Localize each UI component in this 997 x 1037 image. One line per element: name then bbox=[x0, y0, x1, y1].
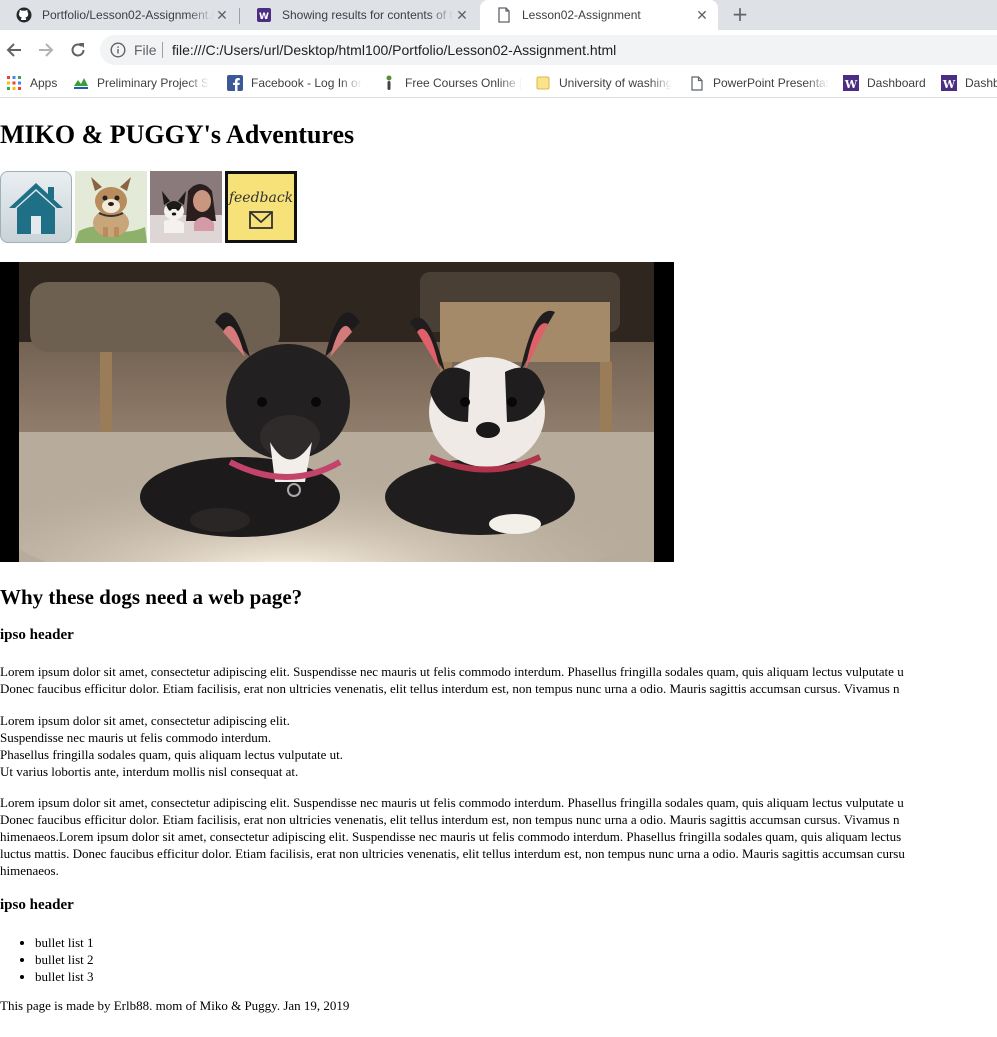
owner-with-dog-photo-icon[interactable] bbox=[150, 171, 222, 243]
bookmark-label: Dashboard bbox=[867, 76, 926, 90]
bookmarks-bar: Apps Preliminary Project S Facebook - Lo… bbox=[0, 69, 997, 98]
paragraph-line: himenaeos. bbox=[0, 863, 59, 878]
bookmark-dashboard-2[interactable]: W Dashb bbox=[941, 74, 997, 92]
bookmark-label: Facebook - Log In or bbox=[251, 76, 362, 90]
facebook-icon bbox=[227, 75, 243, 91]
url-text[interactable]: file:///C:/Users/url/Desktop/html100/Por… bbox=[172, 42, 616, 58]
page-icon bbox=[496, 7, 512, 23]
bulldog-cartoon-icon[interactable] bbox=[75, 171, 147, 243]
bookmark-label: University of washing bbox=[559, 76, 673, 90]
close-icon[interactable]: ✕ bbox=[214, 7, 230, 23]
bookmark-dashboard[interactable]: W Dashboard bbox=[843, 74, 926, 92]
hero-dogs-photo bbox=[0, 262, 674, 562]
bookmark-facebook[interactable]: Facebook - Log In or bbox=[227, 74, 365, 92]
paragraph-line: Ut varius lobortis ante, interdum mollis… bbox=[0, 764, 299, 779]
paragraph-line: Donec faucibus efficitur dolor. Etiam fa… bbox=[0, 812, 900, 827]
bookmark-apps[interactable]: Apps bbox=[6, 74, 57, 92]
paragraph-line: luctus mattis. Donec faucibus efficitur … bbox=[0, 846, 905, 861]
svg-text:W: W bbox=[844, 78, 858, 91]
feedback-note-text: feedback bbox=[228, 190, 293, 206]
tab-search-results[interactable]: W Showing results for contents of t ✕ bbox=[240, 0, 478, 30]
reload-button[interactable] bbox=[66, 38, 90, 62]
sub-heading: ipso header bbox=[0, 897, 74, 913]
courses-icon bbox=[381, 75, 397, 91]
bookmark-label: PowerPoint Presentat bbox=[713, 76, 829, 90]
close-icon[interactable]: ✕ bbox=[694, 7, 710, 23]
info-icon[interactable] bbox=[110, 42, 126, 61]
bookmark-free-courses[interactable]: Free Courses Online | bbox=[381, 74, 521, 92]
list-item: bullet list 3 bbox=[35, 968, 94, 985]
paragraph-3: Lorem ipsum dolor sit amet, consectetur … bbox=[0, 794, 905, 879]
apps-grid-icon bbox=[6, 75, 22, 91]
paragraph-line: himenaeos.Lorem ipsum dolor sit amet, co… bbox=[0, 829, 902, 844]
page-footer: This page is made by Erlb88. mom of Miko… bbox=[0, 998, 350, 1013]
forward-button[interactable] bbox=[34, 38, 58, 62]
paragraph-line: Lorem ipsum dolor sit amet, consectetur … bbox=[0, 713, 290, 728]
nav-icon-row: feedback bbox=[0, 171, 300, 243]
project-icon bbox=[73, 75, 89, 91]
bookmark-preliminary-project[interactable]: Preliminary Project S bbox=[73, 74, 213, 92]
svg-text:W: W bbox=[942, 78, 956, 91]
page-icon bbox=[689, 75, 705, 91]
paragraph-line: Donec faucibus efficitur dolor. Etiam fa… bbox=[0, 681, 900, 696]
bookmark-label: Preliminary Project S bbox=[97, 76, 210, 90]
back-button[interactable] bbox=[2, 38, 26, 62]
folder-icon bbox=[535, 75, 551, 91]
bullet-list: bullet list 1 bullet list 2 bullet list … bbox=[0, 934, 94, 985]
browser-toolbar: File file:///C:/Users/url/Desktop/html10… bbox=[0, 30, 997, 69]
bookmark-powerpoint[interactable]: PowerPoint Presentat bbox=[689, 74, 829, 92]
svg-text:W: W bbox=[259, 12, 269, 22]
home-icon[interactable] bbox=[0, 171, 72, 243]
paragraph-2: Lorem ipsum dolor sit amet, consectetur … bbox=[0, 712, 343, 780]
tab-lesson02-active[interactable]: Lesson02-Assignment ✕ bbox=[480, 0, 718, 30]
paragraph-line: Lorem ipsum dolor sit amet, consectetur … bbox=[0, 795, 904, 810]
sub-heading: ipso header bbox=[0, 627, 74, 643]
bookmark-university-folder[interactable]: University of washing bbox=[535, 74, 675, 92]
feedback-note-icon[interactable]: feedback bbox=[225, 171, 297, 243]
arrow-left-icon bbox=[6, 43, 21, 57]
uw-icon: W bbox=[843, 75, 859, 91]
section-heading: Why these dogs need a web page? bbox=[0, 585, 303, 609]
arrow-right-icon bbox=[39, 43, 54, 57]
uw-icon: W bbox=[941, 75, 957, 91]
paragraph-line: Lorem ipsum dolor sit amet, consectetur … bbox=[0, 664, 904, 679]
bookmark-app-icon: W bbox=[256, 7, 272, 23]
tab-title: Lesson02-Assignment bbox=[522, 8, 641, 22]
address-bar[interactable]: File file:///C:/Users/url/Desktop/html10… bbox=[100, 35, 997, 65]
close-icon[interactable]: ✕ bbox=[454, 7, 470, 23]
bookmark-label: Free Courses Online | bbox=[405, 76, 521, 90]
tab-github[interactable]: Portfolio/Lesson02-Assignment.h ✕ bbox=[0, 0, 238, 30]
list-item: bullet list 2 bbox=[35, 951, 94, 968]
scheme-label: File bbox=[134, 42, 157, 58]
new-tab-button[interactable]: + bbox=[730, 4, 750, 25]
paragraph-line: Phasellus fringilla sodales quam, quis a… bbox=[0, 747, 343, 762]
reload-icon bbox=[71, 43, 85, 57]
bookmark-label: Apps bbox=[30, 76, 58, 90]
github-icon bbox=[16, 7, 32, 23]
paragraph-line: Suspendisse nec mauris ut felis commodo … bbox=[0, 730, 272, 745]
page-title: MIKO & PUGGY's Adventures bbox=[0, 120, 355, 149]
tab-strip: Portfolio/Lesson02-Assignment.h ✕ W Show… bbox=[0, 0, 997, 30]
bookmark-label: Dashb bbox=[965, 76, 997, 90]
omnibox-divider bbox=[162, 42, 163, 58]
tab-title: Showing results for contents of t bbox=[282, 8, 453, 22]
tab-title: Portfolio/Lesson02-Assignment.h bbox=[42, 8, 214, 22]
paragraph-1: Lorem ipsum dolor sit amet, consectetur … bbox=[0, 663, 904, 697]
list-item: bullet list 1 bbox=[35, 934, 94, 951]
